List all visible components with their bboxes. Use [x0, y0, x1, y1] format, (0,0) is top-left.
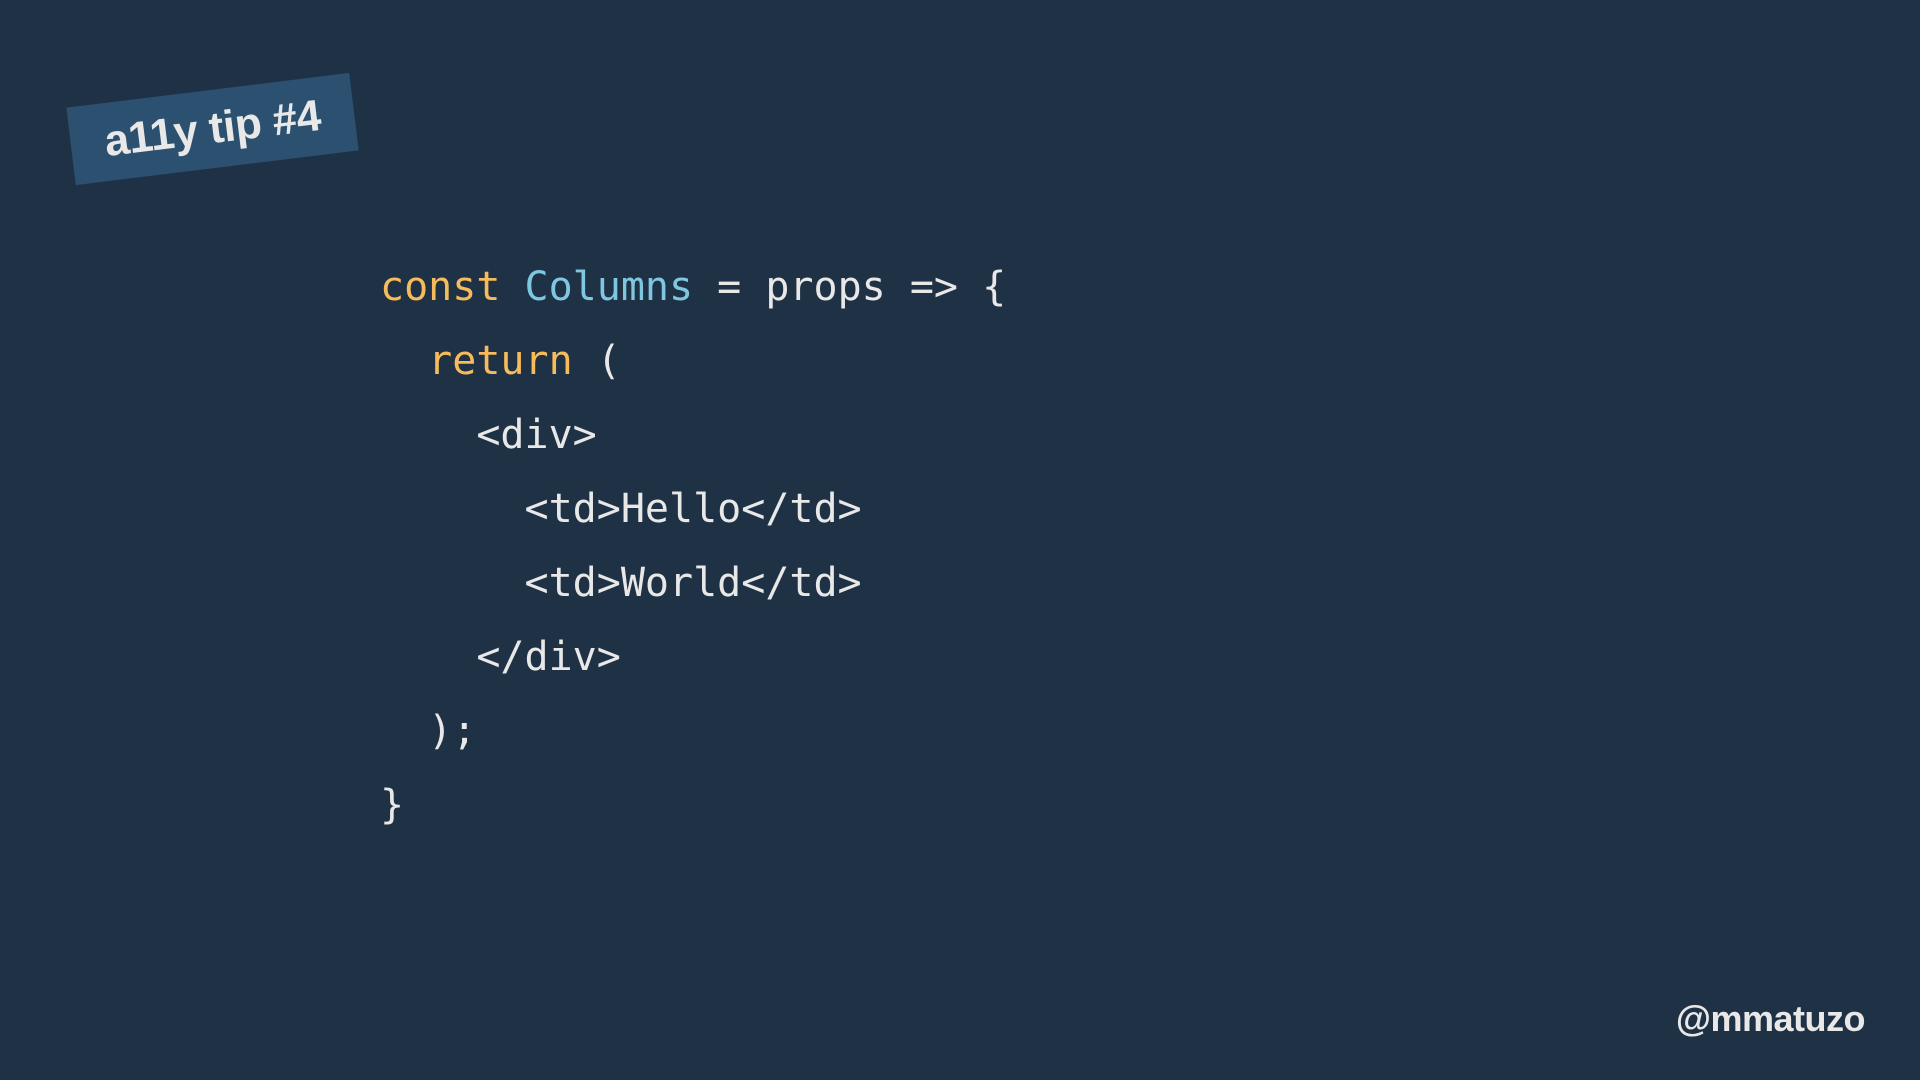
code-line: ); [380, 694, 1006, 768]
code-line: </div> [380, 620, 1006, 694]
code-line: <td>Hello</td> [380, 472, 1006, 546]
keyword: return [428, 338, 573, 384]
code-text: = props => { [693, 264, 1006, 310]
code-line: } [380, 768, 1006, 842]
tip-badge: a11y tip #4 [66, 73, 358, 185]
code-block: const Columns = props => { return ( <div… [380, 250, 1006, 842]
keyword: const [380, 264, 500, 310]
code-text: ( [573, 338, 621, 384]
identifier: Columns [500, 264, 693, 310]
author-handle: @mmatuzo [1676, 998, 1865, 1040]
code-text [380, 338, 428, 384]
code-line: <div> [380, 398, 1006, 472]
code-line: const Columns = props => { [380, 250, 1006, 324]
code-line: <td>World</td> [380, 546, 1006, 620]
code-line: return ( [380, 324, 1006, 398]
